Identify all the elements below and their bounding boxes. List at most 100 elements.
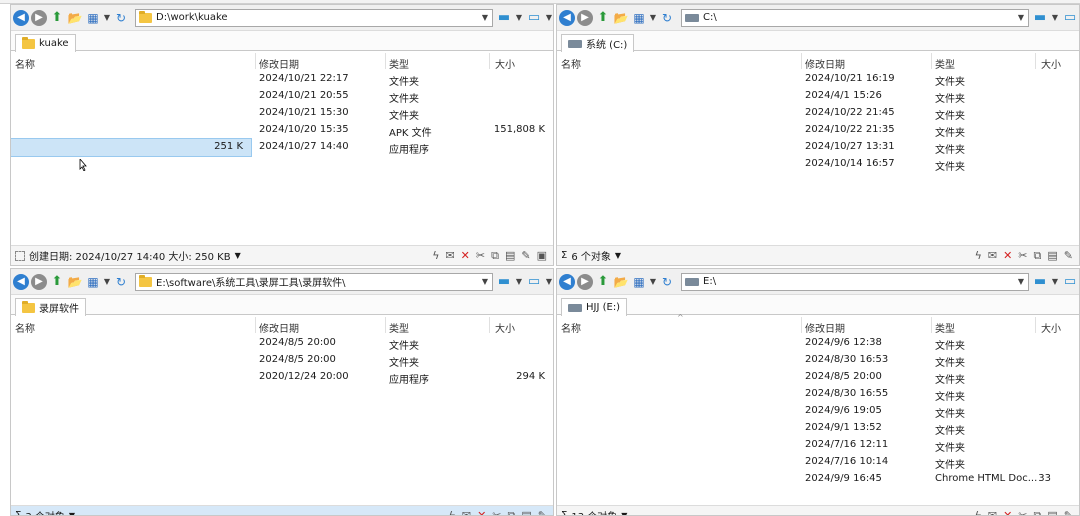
folder-row[interactable]: software2024/8/5 20:00文件夹 [557, 369, 1079, 386]
desktop-icon[interactable]: ▭ [1061, 10, 1079, 26]
header-size[interactable]: 大小 [495, 320, 515, 335]
desktop-icon[interactable]: ▭ [1061, 274, 1079, 290]
monitor-icon[interactable]: ▬ [1031, 274, 1049, 290]
cut-icon[interactable]: ✂ [1018, 509, 1027, 516]
header-type[interactable]: 类型 [935, 320, 955, 335]
folder-row[interactable]: other2024/8/30 16:53文件夹 [557, 352, 1079, 369]
open-folder-icon[interactable]: 📂 [67, 10, 83, 26]
address-bar[interactable]: C:\ ▼ [681, 8, 1029, 27]
folder-row[interactable]: Windows2024/10/27 13:31文件夹 [557, 139, 1079, 156]
monitor-icon[interactable]: ▬ [495, 274, 513, 290]
tab-current[interactable]: 录屏软件 [15, 298, 86, 316]
delete-icon[interactable]: ✕ [1003, 509, 1012, 516]
properties-icon[interactable]: ▣ [537, 249, 547, 263]
folder-row[interactable]: study2024/8/30 16:55文件夹 [557, 386, 1079, 403]
flash-icon[interactable]: ϟ [432, 249, 439, 263]
folder-row[interactable]: FlexiPDFPro2022.311.05142024/10/21 22:17… [11, 71, 553, 88]
mail-icon[interactable]: ✉ [462, 509, 471, 516]
delete-icon[interactable]: ✕ [461, 249, 470, 263]
header-date[interactable]: 修改日期 [805, 56, 845, 71]
flash-icon[interactable]: ϟ [975, 509, 982, 516]
header-name[interactable]: 名称 [15, 56, 35, 71]
folder-row[interactable]: Data2024/8/5 20:00文件夹 [11, 352, 553, 369]
cut-icon[interactable]: ✂ [1018, 249, 1027, 263]
chevron-down-icon[interactable]: ▼ [69, 511, 75, 515]
chevron-down-icon[interactable]: ▼ [478, 277, 492, 286]
folder-row[interactable]: App2024/8/5 20:00文件夹 [11, 335, 553, 352]
chevron-down-icon[interactable]: ▼ [103, 10, 111, 26]
forward-icon[interactable]: ▶ [577, 273, 593, 290]
edit-icon[interactable]: ✎ [1064, 249, 1073, 263]
chevron-down-icon[interactable]: ▼ [649, 274, 657, 290]
open-folder-icon[interactable]: 📂 [67, 274, 83, 290]
delete-icon[interactable]: ✕ [1003, 249, 1012, 263]
header-name[interactable]: 名称 [561, 56, 581, 71]
up-folder-icon[interactable]: ⬆ [49, 274, 65, 290]
folder-row[interactable]: 重复文件清理2024/10/21 15:30文件夹 [11, 105, 553, 122]
chevron-down-icon[interactable]: ▼ [1014, 277, 1028, 286]
header-type[interactable]: 类型 [935, 56, 955, 71]
back-icon[interactable]: ◀ [13, 9, 29, 26]
up-folder-icon[interactable]: ⬆ [49, 10, 65, 26]
header-size[interactable]: 大小 [495, 56, 515, 71]
forward-icon[interactable]: ▶ [577, 9, 593, 26]
flash-icon[interactable]: ϟ [449, 509, 456, 516]
view-mode-icon[interactable]: ▦ [85, 274, 101, 290]
folder-row[interactable]: 卡到数自2024/7/16 12:11文件夹 [557, 437, 1079, 454]
folder-row[interactable]: Program Files2024/10/22 21:45文件夹 [557, 105, 1079, 122]
back-icon[interactable]: ◀ [559, 273, 575, 290]
refresh-icon[interactable]: ↻ [113, 274, 129, 290]
folder-row[interactable]: xunlei2024/9/1 13:52文件夹 [557, 420, 1079, 437]
address-bar[interactable]: D:\work\kuake ▼ [135, 8, 493, 27]
file-row[interactable]: BandicamPortable.exe2020/12/24 20:00应用程序… [11, 369, 553, 386]
forward-icon[interactable]: ▶ [31, 9, 47, 26]
chevron-down-icon[interactable]: ▼ [1051, 274, 1059, 290]
tab-current[interactable]: HJJ (E:) [561, 298, 628, 316]
flash-icon[interactable]: ϟ [975, 249, 982, 263]
refresh-icon[interactable]: ↻ [659, 10, 675, 26]
paste-icon[interactable]: ▤ [505, 249, 515, 263]
chevron-down-icon[interactable]: ▼ [478, 13, 492, 22]
header-size[interactable]: 大小 [1041, 320, 1061, 335]
copy-icon[interactable]: ⧉ [1034, 249, 1042, 263]
tab-current[interactable]: 系统 (C:) [561, 34, 635, 52]
open-folder-icon[interactable]: 📂 [613, 10, 629, 26]
address-bar[interactable]: E:\ ▼ [681, 272, 1029, 291]
mail-icon[interactable]: ✉ [445, 249, 454, 263]
tab-current[interactable]: kuake [15, 34, 76, 52]
folder-row[interactable]: Intel2024/10/21 16:19文件夹 [557, 71, 1079, 88]
refresh-icon[interactable]: ↻ [659, 274, 675, 290]
chevron-down-icon[interactable]: ▼ [235, 251, 241, 260]
copy-icon[interactable]: ⧉ [508, 509, 516, 516]
open-folder-icon[interactable]: 📂 [613, 274, 629, 290]
header-size[interactable]: 大小 [1041, 56, 1061, 71]
address-bar[interactable]: E:\software\系统工具\录屏工具\录屏软件\ ▼ [135, 272, 493, 291]
chevron-down-icon[interactable]: ▼ [1014, 13, 1028, 22]
header-date[interactable]: 修改日期 [805, 320, 845, 335]
header-date[interactable]: 修改日期 [259, 320, 299, 335]
chevron-down-icon[interactable]: ▼ [545, 274, 553, 290]
forward-icon[interactable]: ▶ [31, 273, 47, 290]
paste-icon[interactable]: ▤ [1047, 249, 1057, 263]
chevron-down-icon[interactable]: ▼ [103, 274, 111, 290]
folder-row[interactable]: lcdisn2024/9/6 12:38文件夹 [557, 335, 1079, 352]
back-icon[interactable]: ◀ [13, 273, 29, 290]
back-icon[interactable]: ◀ [559, 9, 575, 26]
folder-row[interactable]: 手机备份2024/7/16 10:14文件夹 [557, 454, 1079, 471]
desktop-icon[interactable]: ▭ [525, 10, 543, 26]
chevron-down-icon[interactable]: ▼ [649, 10, 657, 26]
monitor-icon[interactable]: ▬ [1031, 10, 1049, 26]
chevron-down-icon[interactable]: ▼ [621, 511, 627, 515]
file-row[interactable]: SNOW-AI与真相机 13.3.4解锁VIP_PlatinumMod...20… [11, 122, 553, 139]
delete-icon[interactable]: ✕ [477, 509, 486, 516]
monitor-icon[interactable]: ▬ [495, 10, 513, 26]
folder-row[interactable]: PerfLogs2024/4/1 15:26文件夹 [557, 88, 1079, 105]
header-type[interactable]: 类型 [389, 56, 409, 71]
up-folder-icon[interactable]: ⬆ [595, 274, 611, 290]
chevron-down-icon[interactable]: ▼ [515, 10, 523, 26]
chevron-down-icon[interactable]: ▼ [515, 274, 523, 290]
folder-row[interactable]: 常态化设置_202409212024/10/21 20:55文件夹 [11, 88, 553, 105]
header-date[interactable]: 修改日期 [259, 56, 299, 71]
copy-icon[interactable]: ⧉ [1034, 509, 1042, 516]
paste-icon[interactable]: ▤ [521, 509, 531, 516]
